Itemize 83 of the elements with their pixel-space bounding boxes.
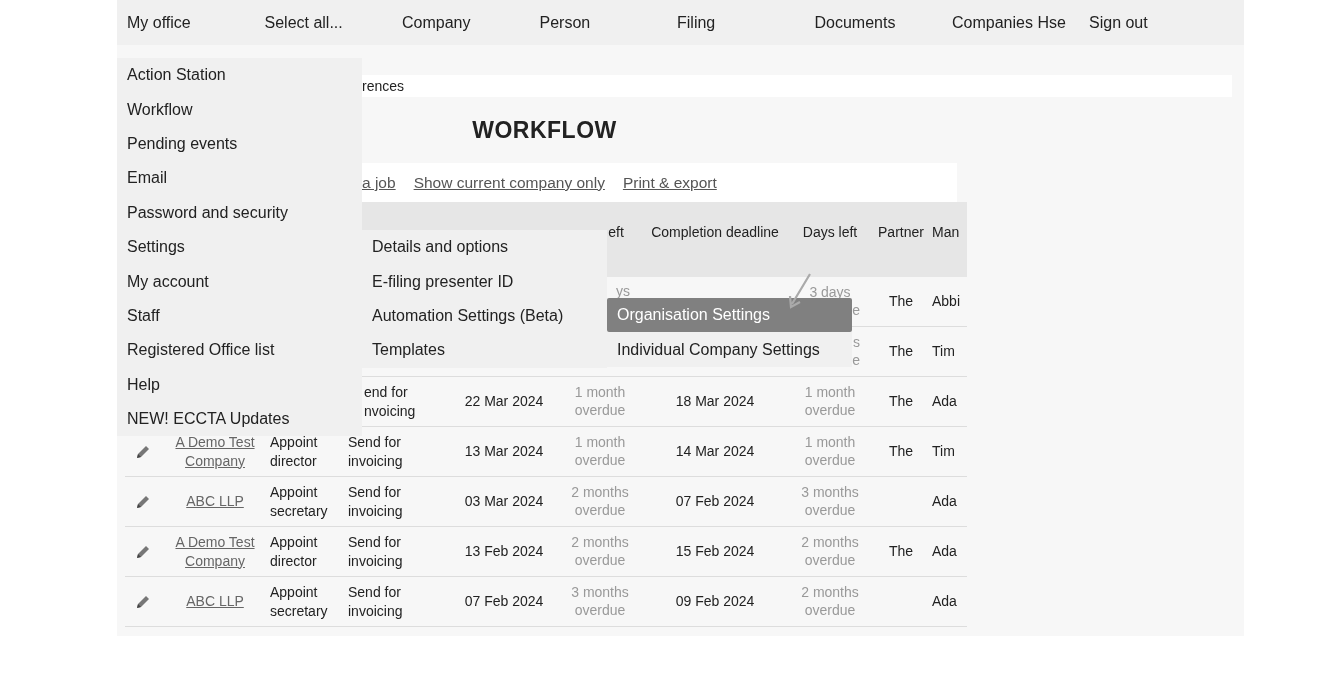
table-cell: 13 Mar 2024	[464, 442, 544, 461]
table-cell: The	[888, 342, 914, 361]
table-cell: Appoint director	[270, 532, 318, 571]
menu-item[interactable]: Organisation Settings	[607, 298, 852, 333]
menu-item[interactable]: Templates	[362, 333, 607, 368]
menu-item[interactable]: Details and options	[362, 230, 607, 265]
menu-item[interactable]: Automation Settings (Beta)	[362, 298, 607, 334]
menu-item[interactable]: Password and security	[117, 195, 362, 230]
table-cell: 2 months overdue	[801, 584, 859, 619]
table-cell: 2 months overdue	[571, 484, 629, 519]
menu-item[interactable]: Help	[117, 367, 362, 402]
table-cell: Send for invoicing	[348, 532, 403, 571]
table-cell: 1 month overdue	[574, 384, 626, 419]
record-link[interactable]: ABC LLP	[186, 592, 244, 611]
table-cell: 13 Feb 2024	[464, 542, 544, 561]
table-cell: The	[888, 292, 914, 311]
menu-item[interactable]: Email	[117, 161, 362, 196]
menu-item[interactable]: Registered Office list	[117, 333, 362, 368]
column-header: eft	[608, 223, 624, 240]
nav-link[interactable]: Select all...	[254, 13, 392, 32]
pencil-icon[interactable]	[134, 593, 151, 610]
table-cell: 09 Feb 2024	[675, 592, 755, 611]
menu-item[interactable]: Individual Company Settings	[607, 332, 852, 367]
menu-item[interactable]: E-filing presenter ID	[362, 264, 607, 299]
table-cell: Tim	[932, 442, 955, 461]
menu-item[interactable]: Settings	[117, 229, 362, 265]
page-title: WORKFLOW	[472, 116, 617, 144]
pencil-icon[interactable]	[134, 493, 151, 510]
table-cell: 07 Feb 2024	[464, 592, 544, 611]
table-cell: 14 Mar 2024	[675, 442, 755, 461]
table-cell: The	[888, 442, 914, 461]
table-cell: 3 months overdue	[571, 584, 629, 619]
table-cell: 1 month overdue	[804, 434, 856, 469]
table-cell: Appoint secretary	[270, 582, 328, 621]
table-cell: Send for invoicing	[348, 482, 403, 521]
table-cell: 03 Mar 2024	[464, 492, 544, 511]
table-cell: 15 Feb 2024	[675, 542, 755, 561]
pencil-icon[interactable]	[134, 443, 151, 460]
nav-link[interactable]: Sign out	[1079, 13, 1217, 32]
menu-item[interactable]: My account	[117, 264, 362, 299]
table-cell: Appoint secretary	[270, 482, 328, 521]
nav-link[interactable]: My office	[117, 13, 255, 32]
toolbar-link[interactable]: Show current company only	[413, 173, 605, 192]
nav-link[interactable]: Filing	[667, 13, 805, 32]
column-header: Partner	[878, 223, 924, 240]
pencil-icon[interactable]	[134, 543, 151, 560]
table-cell: Ada	[932, 392, 957, 411]
table-cell-text: s e	[852, 334, 861, 369]
toolbar-link[interactable]: a job	[362, 173, 396, 192]
table-cell: 1 month overdue	[574, 434, 626, 469]
nav-link[interactable]: Documents	[804, 13, 942, 32]
table-cell: The	[888, 392, 914, 411]
table-cell: Ada	[932, 492, 957, 511]
table-cell: 18 Mar 2024	[675, 392, 755, 411]
nav-link[interactable]: Company	[392, 13, 530, 32]
menu-item[interactable]: Workflow	[117, 92, 362, 127]
table-cell: The	[888, 542, 914, 561]
table-cell: Ada	[932, 542, 957, 561]
table-cell: 1 month overdue	[804, 384, 856, 419]
arrow-icon	[786, 272, 812, 310]
breadcrumb-text: rences	[362, 78, 405, 94]
table-cell: 3 months overdue	[801, 484, 859, 519]
record-link[interactable]: ABC LLP	[186, 492, 244, 511]
column-header: Days left	[802, 223, 858, 240]
nav-link[interactable]: Person	[529, 13, 667, 32]
toolbar-link[interactable]: Print & export	[622, 173, 717, 192]
nav-link[interactable]: Companies Hse	[942, 13, 1079, 32]
table-cell: Tim	[932, 342, 955, 361]
table-cell: 07 Feb 2024	[675, 492, 755, 511]
table-cell-text: e	[852, 301, 861, 319]
table-cell: Abbi	[932, 292, 961, 311]
column-header: Completion deadline	[651, 223, 779, 240]
table-cell: 2 months overdue	[801, 534, 859, 569]
table-cell: 22 Mar 2024	[464, 392, 544, 411]
table-cell: Send for invoicing	[348, 582, 403, 621]
table-cell: Ada	[932, 592, 957, 611]
table-cell: end for nvoicing	[364, 382, 416, 421]
menu-item[interactable]: Staff	[117, 298, 362, 334]
menu-item[interactable]: Action Station	[117, 58, 362, 93]
table-cell: 2 months overdue	[571, 534, 629, 569]
menu-item[interactable]: Pending events	[117, 126, 362, 162]
record-link[interactable]: A Demo Test Company	[175, 532, 255, 571]
column-header: Man	[932, 223, 960, 240]
